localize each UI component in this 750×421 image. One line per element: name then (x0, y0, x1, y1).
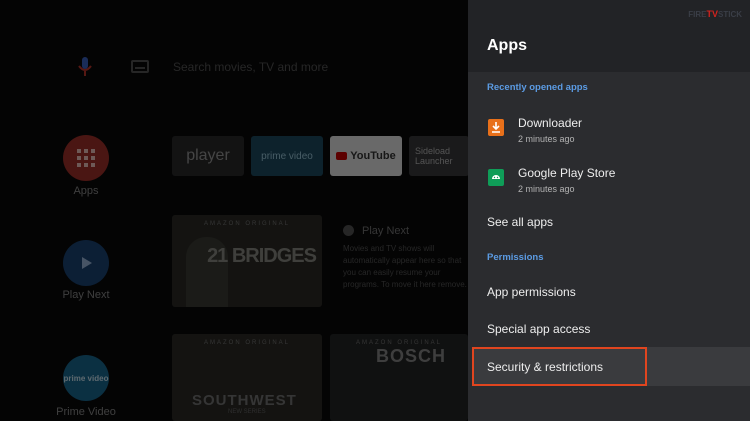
microphone-icon[interactable] (77, 56, 93, 78)
play-icon[interactable] (63, 240, 109, 286)
nav-label-prime-video: Prime Video (56, 406, 116, 418)
youtube-icon (336, 152, 348, 160)
watermark-logo: FIRETVSTICK (688, 9, 742, 19)
poster-southwest[interactable]: AMAZON ORIGINAL SOUTHWEST NEW SERIES (172, 334, 322, 421)
recent-app-downloader[interactable]: Downloader 2 minutes ago (468, 111, 750, 153)
play-next-description: Movies and TV shows will automatically a… (343, 244, 467, 289)
download-icon (488, 119, 504, 136)
search-placeholder[interactable]: Search movies, TV and more (173, 60, 328, 74)
nav-label-play-next: Play Next (62, 289, 110, 301)
keyboard-icon[interactable] (131, 60, 149, 73)
app-permissions[interactable]: App permissions (487, 285, 576, 299)
page-title: Apps (487, 37, 527, 54)
play-next-title: Play Next (362, 225, 410, 237)
section-permissions: Permissions (487, 252, 544, 263)
poster-title: BOSCH (375, 346, 446, 366)
tile-sideload-launcher[interactable]: Sideload Launcher (409, 136, 469, 176)
panel-header: Apps FIRETVSTICK (468, 0, 750, 72)
nav-label-apps: Apps (73, 185, 99, 197)
poster-21-bridges[interactable]: AMAZON ORIGINAL 21 BRIDGES (172, 215, 322, 307)
special-app-access[interactable]: Special app access (487, 322, 590, 336)
info-icon (343, 225, 354, 236)
see-all-apps[interactable]: See all apps (487, 215, 553, 229)
section-recent-apps: Recently opened apps (487, 82, 588, 93)
recent-app-google-play-store[interactable]: Google Play Store 2 minutes ago (468, 161, 750, 203)
tile-prime-video[interactable]: prime video (251, 136, 323, 176)
poster-title: SOUTHWEST (192, 392, 297, 409)
tile-youtube[interactable]: YouTube (330, 136, 402, 176)
prime-video-icon[interactable]: prime video (63, 355, 109, 401)
poster-tag: AMAZON ORIGINAL (203, 340, 290, 346)
apps-grid-icon[interactable] (63, 135, 109, 181)
app-name: Downloader (518, 116, 583, 130)
app-time: 2 minutes ago (518, 184, 575, 194)
highlight-box (472, 347, 647, 386)
app-time: 2 minutes ago (518, 134, 575, 144)
poster-title: 21 BRIDGES (207, 245, 317, 267)
tile-player[interactable]: player (172, 136, 244, 176)
poster-tag: AMAZON ORIGINAL (203, 221, 290, 227)
android-icon (488, 169, 504, 186)
poster-bosch[interactable]: AMAZON ORIGINAL BOSCH (330, 334, 468, 421)
app-name: Google Play Store (518, 166, 616, 180)
poster-subtitle: NEW SERIES (228, 409, 266, 415)
